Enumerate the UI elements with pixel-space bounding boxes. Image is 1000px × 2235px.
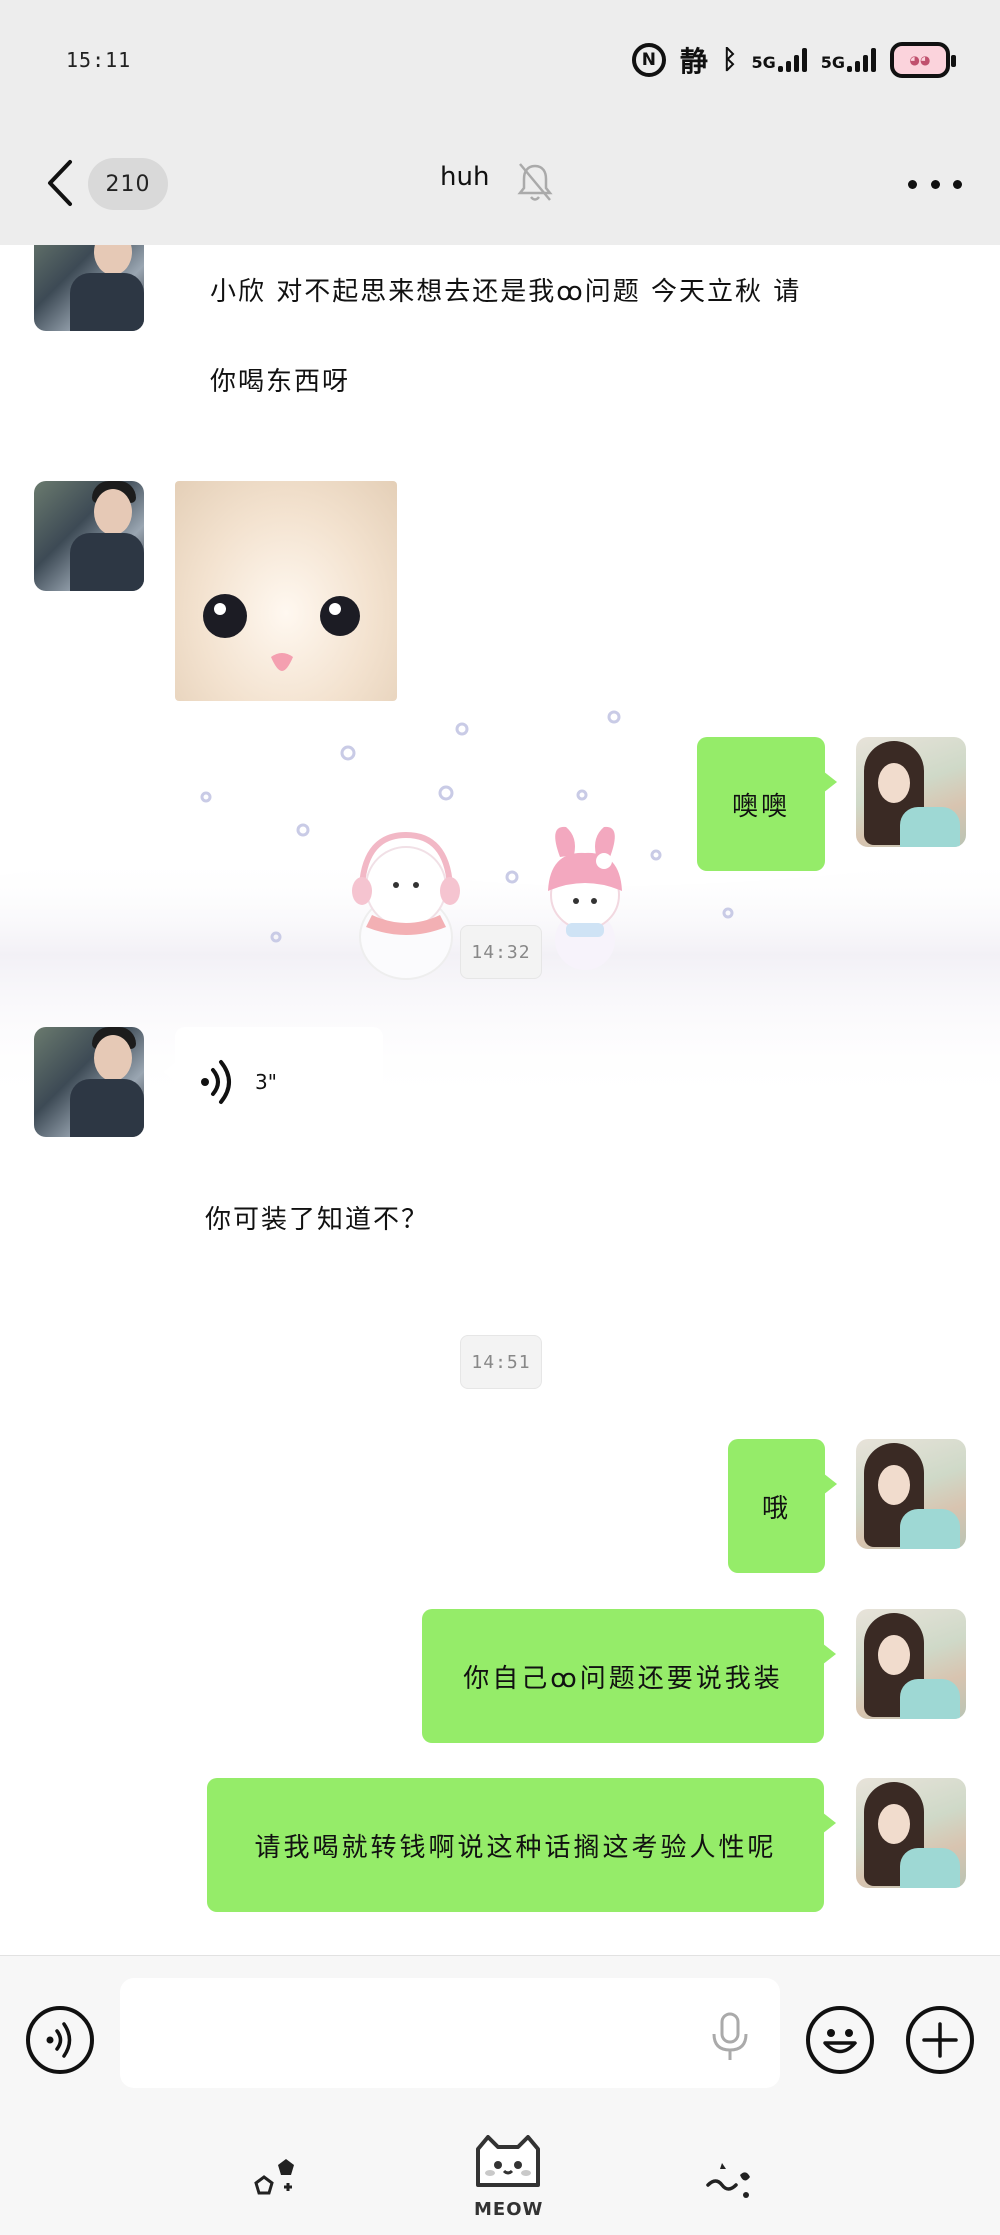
more-options-button[interactable] bbox=[908, 170, 962, 198]
network-1-label: 5G bbox=[751, 53, 776, 72]
status-bar: 15:11 N 静 ᛒ 5G 5G ◕◕ bbox=[0, 0, 1000, 120]
chat-area[interactable]: 小欣 对不起思来想去还是我ꝏ问题 今天立秋 请 你喝东西呀 噢噢 14:32 3… bbox=[0, 245, 1000, 1955]
more-actions-plus-button[interactable] bbox=[906, 2006, 974, 2074]
voice-wave-icon bbox=[46, 2022, 72, 2058]
microphone-icon[interactable] bbox=[708, 2012, 752, 2062]
message-text: 你可装了知道不？ bbox=[205, 1205, 430, 1235]
chat-header: 210 huh bbox=[0, 120, 1000, 245]
meow-tab-label[interactable]: MEOW bbox=[474, 2199, 543, 2220]
my-avatar[interactable] bbox=[856, 1439, 966, 1549]
voice-wave-icon bbox=[201, 1060, 231, 1104]
timestamp: 14:51 bbox=[460, 1335, 542, 1389]
message-text: 你喝东西呀 bbox=[210, 367, 351, 397]
timestamp: 14:32 bbox=[460, 925, 542, 979]
quiet-mode-icon: 静 bbox=[679, 45, 708, 78]
voice-input-toggle-button[interactable] bbox=[26, 2006, 94, 2074]
contact-avatar[interactable] bbox=[34, 1027, 144, 1137]
melody-decoration bbox=[548, 826, 622, 970]
contact-avatar[interactable] bbox=[34, 245, 144, 331]
mute-bell-icon bbox=[517, 163, 553, 201]
network-2-label: 5G bbox=[820, 53, 845, 72]
status-icons: N 静 ᛒ 5G 5G ◕◕ bbox=[631, 38, 956, 82]
signal-1-icon: 5G bbox=[751, 48, 807, 72]
my-avatar[interactable] bbox=[856, 1609, 966, 1719]
voice-duration: 3" bbox=[255, 1070, 277, 1094]
signal-2-icon: 5G bbox=[821, 48, 876, 72]
message-bubble-outgoing[interactable]: 哦 bbox=[728, 1439, 837, 1573]
bottom-tab-bar: MEOW bbox=[0, 2105, 1000, 2235]
smiley-icon bbox=[823, 2029, 857, 2054]
input-bar bbox=[0, 1955, 1000, 2105]
kitten-face-icon bbox=[203, 594, 360, 671]
message-bubble-outgoing[interactable]: 噢噢 bbox=[697, 737, 837, 871]
message-bubble-outgoing[interactable]: 你自己ꝏ问题还要说我装 bbox=[422, 1609, 836, 1743]
my-avatar[interactable] bbox=[856, 1778, 966, 1888]
battery-icon: ◕◕ bbox=[890, 42, 956, 78]
emoji-button[interactable] bbox=[806, 2006, 874, 2074]
message-text: 小欣 对不起思来想去还是我ꝏ问题 今天立秋 请 bbox=[210, 277, 802, 307]
meow-cat-icon[interactable] bbox=[472, 2135, 544, 2191]
unread-count-badge[interactable]: 210 bbox=[88, 158, 168, 210]
contact-avatar[interactable] bbox=[34, 481, 144, 591]
message-bubble-outgoing[interactable]: 请我喝就转钱啊说这种话搁这考验人性呢 bbox=[207, 1778, 836, 1912]
kitten-sticker-image[interactable] bbox=[175, 481, 397, 701]
voice-message-bubble[interactable]: 3" bbox=[163, 1027, 383, 1139]
bluetooth-icon: ᛒ bbox=[721, 45, 738, 75]
status-time: 15:11 bbox=[66, 48, 132, 72]
chat-title: huh bbox=[440, 162, 490, 192]
back-arrow-icon[interactable] bbox=[42, 158, 82, 208]
nfc-icon: N bbox=[631, 43, 666, 77]
message-input[interactable] bbox=[120, 1978, 780, 2088]
sparkle-shapes-icon[interactable] bbox=[250, 2155, 306, 2205]
my-avatar[interactable] bbox=[856, 737, 966, 847]
plus-icon bbox=[922, 2022, 958, 2058]
playful-shapes-icon[interactable] bbox=[702, 2155, 758, 2205]
